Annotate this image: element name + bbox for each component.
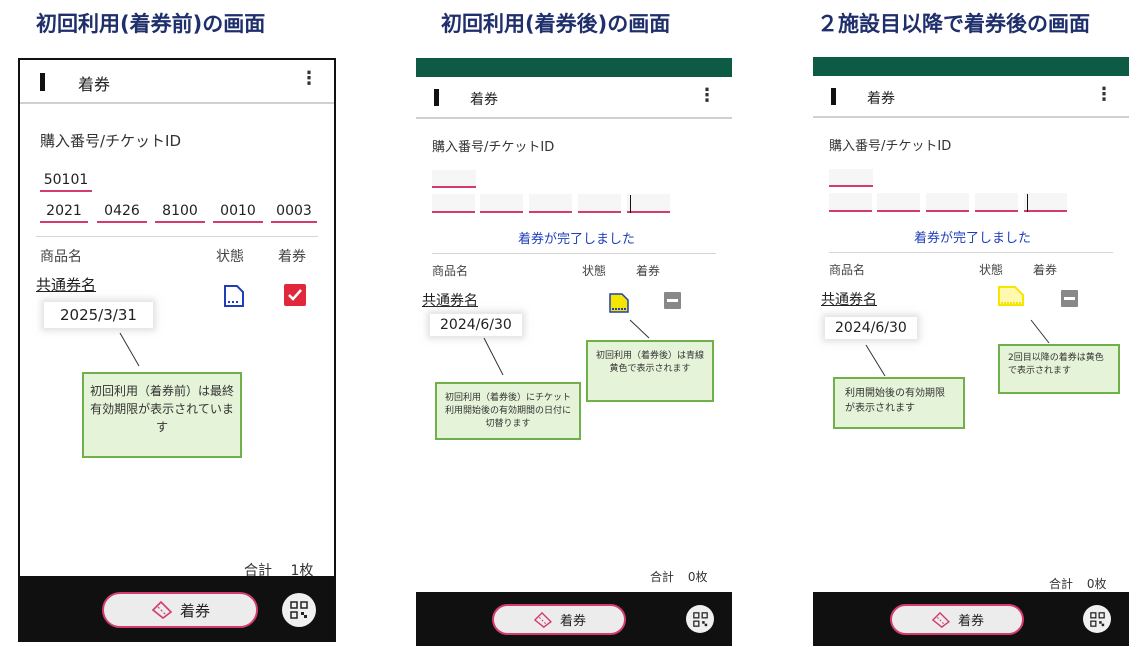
screen-before-checkin: 着券 ⋮ 購入番号/チケットID 50101 2021 0426 8100 00… [18, 58, 336, 642]
ticket-id-field-3[interactable] [529, 194, 572, 213]
ticket-filled-icon[interactable] [608, 292, 630, 314]
column-status: 状態 [216, 249, 244, 265]
column-product: 商品名 [829, 263, 866, 277]
checkin-button-label: 着券 [957, 614, 984, 629]
id-label: 購入番号/チケットID [40, 132, 182, 150]
column-status: 状態 [979, 263, 1004, 277]
ticket-id-field-3[interactable]: 8100 [155, 201, 205, 223]
ticket-icon [533, 611, 552, 628]
column-checkin: 着券 [1033, 263, 1058, 277]
ticket-id-field-5[interactable]: 0003 [271, 201, 317, 223]
app-title: 着券 [78, 75, 111, 94]
more-vert-icon[interactable]: ⋮ [1095, 86, 1113, 104]
total-value: 0枚 [1086, 577, 1107, 591]
column-checkin: 着券 [278, 249, 306, 265]
checkin-button[interactable]: 着券 [492, 604, 626, 635]
bottom-bar: 着券 [813, 592, 1129, 646]
checkin-complete-message: 着券が完了しました [518, 232, 636, 247]
menu-bar-icon[interactable] [40, 73, 45, 91]
ticket-id-field-2[interactable] [480, 194, 523, 213]
more-vert-icon[interactable]: ⋮ [698, 87, 716, 105]
purchase-number-field[interactable] [829, 169, 873, 187]
screen-after-checkin: 着券 ⋮ 購入番号/チケットID 着券が完了しました 商品名 状態 着券 共通券… [416, 58, 732, 646]
status-bar [416, 58, 732, 77]
ticket-id-field-5[interactable] [627, 194, 670, 213]
checkbox-indeterminate-icon[interactable] [1061, 290, 1078, 307]
total-label: 合計 [1049, 577, 1074, 591]
divider [432, 253, 716, 254]
column-product: 商品名 [40, 249, 82, 265]
product-name[interactable]: 共通券名 [422, 290, 478, 310]
id-label: 購入番号/チケットID [829, 139, 952, 154]
qr-code-button[interactable] [282, 593, 316, 627]
ticket-id-field-1[interactable] [432, 194, 475, 213]
annotation-note-status: 2回目以降の着券は黄色で表示されます [998, 344, 1120, 394]
app-title: 着券 [867, 91, 895, 107]
ticket-id-field-4[interactable] [975, 193, 1018, 212]
menu-bar-icon[interactable] [434, 89, 439, 106]
id-label: 購入番号/チケットID [432, 140, 555, 155]
more-vert-icon[interactable]: ⋮ [300, 70, 318, 88]
ticket-id-field-1[interactable]: 2021 [40, 201, 88, 223]
annotation-note-date: 利用開始後の有効期限が表示されます [833, 377, 965, 429]
total-value: 0枚 [687, 570, 708, 584]
checkin-button-label: 着券 [179, 601, 210, 620]
annotation-note-status: 初回利用（着券後）は青線黄色で表示されます [586, 340, 714, 402]
ticket-icon [931, 611, 950, 628]
column-status: 状態 [582, 264, 607, 278]
total-count: 合計 0枚 [650, 568, 707, 585]
ticket-id-field-5[interactable] [1024, 193, 1067, 212]
qr-code-icon [692, 611, 708, 627]
qr-code-icon [1089, 611, 1105, 627]
bottom-bar: 着券 [20, 576, 334, 640]
checkin-button-label: 着券 [559, 614, 586, 629]
screen-second-facility: 着券 ⋮ 購入番号/チケットID 着券が完了しました 商品名 状態 着券 共通券… [813, 57, 1129, 646]
ticket-icon [151, 601, 172, 619]
caption-second-facility: ２施設目以降で着券後の画面 [817, 12, 1090, 36]
ticket-id-field-1[interactable] [829, 193, 872, 212]
product-name[interactable]: 共通券名 [36, 274, 96, 295]
ticket-id-field-4[interactable]: 0010 [213, 201, 263, 223]
checkbox-checked-icon[interactable] [284, 284, 306, 306]
ticket-id-field-2[interactable]: 0426 [97, 201, 147, 223]
ticket-id-field-4[interactable] [578, 194, 621, 213]
app-bar: 着券 ⋮ [416, 77, 732, 119]
purchase-number-field[interactable] [432, 170, 476, 188]
annotation-note-date: 初回利用（着券後）にチケット利用開始後の有効期間の日付に切替ります [435, 382, 581, 440]
checkin-button[interactable]: 着券 [890, 604, 1024, 635]
checkin-button[interactable]: 着券 [102, 592, 258, 628]
caption-after-checkin: 初回利用(着券後)の画面 [441, 12, 671, 36]
ticket-id-field-2[interactable] [877, 193, 920, 212]
app-title: 着券 [470, 92, 498, 108]
annotation-note: 初回利用（着券前）は最終有効期限が表示されています [82, 372, 242, 458]
ticket-outline-icon[interactable] [223, 284, 245, 308]
status-bar [813, 57, 1129, 76]
column-checkin: 着券 [636, 264, 661, 278]
product-name[interactable]: 共通券名 [821, 289, 877, 309]
app-bar: 着券 ⋮ [813, 76, 1129, 118]
expiry-date: 2025/3/31 [44, 302, 153, 328]
qr-code-icon [290, 601, 308, 619]
qr-code-button[interactable] [1083, 605, 1111, 633]
column-product: 商品名 [432, 264, 469, 278]
qr-code-button[interactable] [686, 605, 714, 633]
app-bar: 着券 ⋮ [20, 60, 334, 104]
caption-before-checkin: 初回利用(着券前)の画面 [36, 12, 266, 36]
ticket-yellow-icon[interactable] [997, 285, 1025, 309]
menu-bar-icon[interactable] [831, 88, 836, 105]
purchase-number-field[interactable]: 50101 [40, 170, 92, 192]
validity-date: 2024/6/30 [430, 314, 522, 336]
total-label: 合計 [650, 570, 675, 584]
checkin-complete-message: 着券が完了しました [914, 231, 1032, 246]
bottom-bar: 着券 [416, 592, 732, 646]
ticket-id-field-3[interactable] [926, 193, 969, 212]
divider [36, 236, 318, 237]
checkbox-indeterminate-icon[interactable] [664, 292, 681, 309]
total-count: 合計 0枚 [1049, 575, 1106, 592]
validity-date: 2024/6/30 [825, 317, 917, 339]
divider [829, 252, 1113, 253]
